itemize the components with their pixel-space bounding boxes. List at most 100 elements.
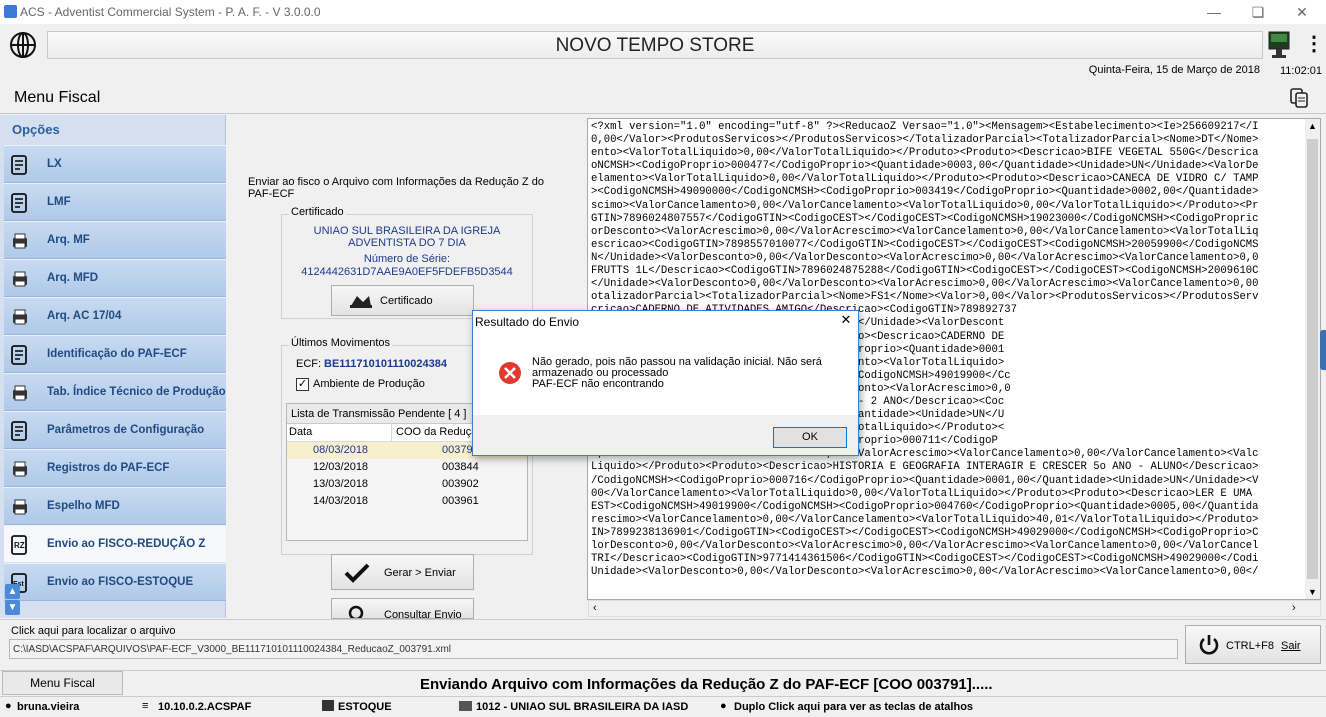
menu-fiscal-tab[interactable]: Menu Fiscal: [2, 671, 123, 695]
serial-value: 4124442631D7AAE9A0EF5FDEFB5D3544: [301, 266, 513, 278]
xml-line: elamento><ValorTotalLiquido>0,00</ValorT…: [591, 173, 1259, 186]
scroll-thumb[interactable]: [1307, 139, 1318, 579]
status-company: 1012 - UNIAO SUL BRASILEIRA DA IASD: [476, 701, 689, 713]
sidebar-item-espelho-mfd[interactable]: Espelho MFD: [4, 487, 226, 525]
monitor-icon[interactable]: [1265, 29, 1295, 61]
sidebar-item-envio-estoque[interactable]: Est Envio ao FISCO-ESTOQUE: [4, 563, 226, 601]
report-icon: [11, 193, 27, 213]
sidebar-item-arq-ac[interactable]: Arq. AC 17/04: [4, 297, 226, 335]
sidebar-item-label: Identificação do PAF-ECF: [47, 348, 187, 360]
printer-icon: [13, 271, 27, 287]
copy-icon[interactable]: [1288, 87, 1310, 109]
current-time: 11:02:01: [1279, 65, 1322, 77]
sidebar-item-label: Tab. Índice Técnico de Produção: [47, 386, 226, 398]
side-tab-icon[interactable]: [1320, 330, 1326, 370]
xml-line: IN>7899238136901</CodigoGTIN><CodigoCEST…: [591, 526, 1259, 539]
exit-button[interactable]: CTRL+F8 Sair: [1185, 625, 1321, 664]
close-icon[interactable]: ✕: [1282, 0, 1322, 24]
scroll-right-icon[interactable]: ›: [1292, 602, 1296, 614]
certificate-button[interactable]: Certificado: [331, 285, 474, 316]
row-coo: 003844: [442, 461, 479, 473]
sidebar-item-arq-mfd[interactable]: Arq. MFD: [4, 259, 226, 297]
column-divider: [391, 423, 392, 441]
serial-label: Número de Série:: [363, 253, 451, 265]
sidebar-item-arq-mf[interactable]: Arq. MF: [4, 221, 226, 259]
checkmark-icon: [344, 563, 370, 583]
xml-line: scimo><ValorCancelamento>0,00</ValorCanc…: [591, 199, 1259, 212]
xml-line: /CodigoNCMSH><CodigoProprio>000716</Codi…: [591, 474, 1259, 487]
sidebar-item-lx[interactable]: LX: [4, 145, 226, 183]
dialog-button-area: OK: [473, 415, 858, 455]
row-coo: 003961: [442, 495, 479, 507]
xml-line: escricao><CodigoGTIN>7898557010077</Codi…: [591, 238, 1259, 251]
ok-button[interactable]: OK: [773, 427, 847, 448]
printer-icon: [13, 499, 27, 515]
restore-icon[interactable]: ❏: [1238, 0, 1278, 24]
sidebar-item-label: Registros do PAF-ECF: [47, 462, 170, 474]
xml-line: oNCMSH><CodigoProprio>000477</CodigoProp…: [591, 160, 1259, 173]
xml-line: TRI</Descricao><CodigoGTIN>9771414361506…: [591, 553, 1259, 566]
sidebar-item-lmf[interactable]: LMF: [4, 183, 226, 221]
table-row[interactable]: 13/03/2018 003902: [287, 476, 527, 493]
svg-text:RZ: RZ: [14, 541, 25, 550]
xml-vertical-scrollbar[interactable]: ▲ ▼: [1305, 119, 1320, 599]
xml-line: <?xml version="1.0" encoding="utf-8" ?><…: [591, 121, 1259, 133]
search-icon: [348, 605, 364, 618]
scroll-left-icon[interactable]: ‹: [593, 602, 597, 614]
scroll-down-icon[interactable]: ▼: [1308, 587, 1317, 597]
production-env-label: Ambiente de Produção: [313, 378, 425, 390]
file-hint-label: Click aqui para localizar o arquivo: [11, 625, 176, 637]
certificate-owner: UNIAO SUL BRASILEIRA DA IGREJA ADVENTIST…: [313, 225, 501, 249]
status-user: bruna.vieira: [17, 701, 80, 713]
sidebar-item-tab-indice[interactable]: Tab. Índice Técnico de Produção: [4, 373, 226, 411]
xml-line: Unidade><ValorDesconto>0,00</ValorDescon…: [591, 566, 1259, 579]
table-row[interactable]: 14/03/2018 003961: [287, 493, 527, 510]
table-row[interactable]: 12/03/2018 003844: [287, 459, 527, 476]
row-date: 12/03/2018: [313, 461, 369, 473]
module-icon: [322, 700, 334, 711]
printer-icon: [13, 309, 27, 325]
gerar-enviar-button[interactable]: Gerar > Enviar: [331, 554, 474, 590]
file-path-field[interactable]: C:\IASD\ACSPAF\ARQUIVOS\PAF-ECF_V3000_BE…: [9, 639, 1178, 659]
report-icon: [11, 155, 27, 175]
sidebar-item-label: Arq. AC 17/04: [47, 310, 122, 322]
col-date-header: Data: [289, 426, 313, 438]
xml-line: rescimo><ValorCancelamento>0,00</ValorCa…: [591, 513, 1259, 526]
consultar-envio-label: Consultar Envio: [384, 609, 462, 619]
certificate-button-label: Certificado: [380, 295, 433, 307]
ecf-value: BE111710101110024384: [324, 358, 447, 370]
power-icon: [1199, 635, 1219, 655]
minimize-icon[interactable]: —: [1194, 0, 1234, 24]
scroll-up-icon[interactable]: ▲: [5, 584, 20, 599]
scroll-up-icon[interactable]: ▲: [1308, 121, 1317, 131]
store-name-bar: NOVO TEMPO STORE: [47, 31, 1263, 59]
xml-horizontal-scrollbar[interactable]: ‹ ›: [588, 600, 1321, 617]
sidebar-item-label: LMF: [47, 196, 71, 208]
consultar-envio-button[interactable]: Consultar Envio: [331, 598, 474, 619]
file-location-area: Click aqui para localizar o arquivo C:\I…: [0, 619, 1326, 669]
sidebar-item-label: Envio ao FISCO-REDUÇÃO Z: [47, 538, 206, 550]
sidebar-item-label: Parâmetros de Configuração: [47, 424, 205, 436]
scroll-down-icon[interactable]: ▼: [5, 600, 20, 615]
globe-icon[interactable]: [8, 30, 38, 60]
status-bar: ● bruna.vieira ≡ 10.10.0.2.ACSPAF ESTOQU…: [0, 696, 1326, 717]
sidebar-item-parametros[interactable]: Parâmetros de Configuração: [4, 411, 226, 449]
report-icon: [11, 345, 27, 365]
xml-line: otalizadorParcial><TotalizadorParcial><N…: [591, 291, 1259, 304]
sidebar-item-registros[interactable]: Registros do PAF-ECF: [4, 449, 226, 487]
exit-shortcut: CTRL+F8: [1226, 640, 1274, 652]
dialog-close-icon[interactable]: ✕: [836, 312, 856, 330]
page-header: Menu Fiscal: [0, 82, 1326, 114]
status-hint[interactable]: Duplo Click aqui para ver as teclas de a…: [734, 701, 973, 713]
certificate-icon: [350, 296, 372, 308]
sidebar-item-envio-reducao-z[interactable]: RZ Envio ao FISCO-REDUÇÃO Z: [4, 525, 226, 563]
production-env-checkbox[interactable]: ✓: [296, 378, 309, 391]
status-server: 10.10.0.2.ACSPAF: [158, 701, 252, 713]
dialog-title: Resultado do Envio: [475, 315, 580, 329]
app-icon: [4, 5, 17, 18]
xml-line: lorDesconto>0,00</ValorDesconto><ValorAc…: [591, 540, 1259, 552]
xml-line: orDesconto><ValorAcrescimo>0,00</ValorAc…: [591, 225, 1259, 238]
more-options-icon[interactable]: ⋮: [1304, 32, 1324, 58]
sidebar-item-identificacao[interactable]: Identificação do PAF-ECF: [4, 335, 226, 373]
sidebar-item-label: LX: [47, 158, 62, 170]
